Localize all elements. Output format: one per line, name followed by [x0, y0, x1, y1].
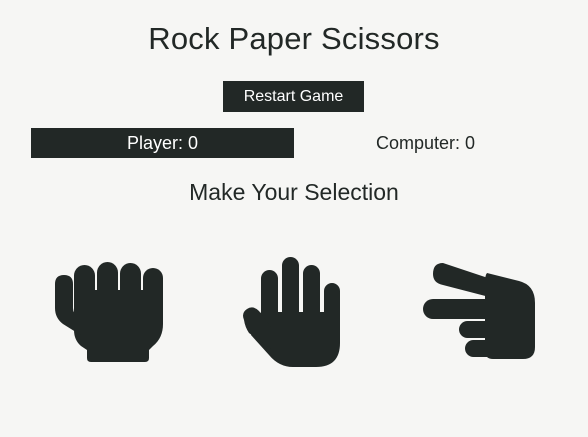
rock-choice-button[interactable] — [44, 252, 174, 372]
computer-score-label: Computer: — [375, 133, 466, 153]
page-title: Rock Paper Scissors — [148, 21, 440, 56]
computer-score-value: 0 — [465, 133, 476, 153]
restart-game-button[interactable]: Restart Game — [223, 81, 364, 112]
player-score-label: Player: — [126, 133, 188, 153]
player-score-value: 0 — [188, 133, 199, 153]
paper-choice-button[interactable] — [226, 252, 356, 372]
selection-heading: Make Your Selection — [189, 179, 399, 205]
hand-rock-icon — [55, 262, 163, 362]
hand-paper-icon — [243, 257, 340, 367]
scissors-choice-button[interactable] — [414, 252, 544, 372]
computer-score: Computer: 0 — [294, 128, 557, 158]
player-score: Player: 0 — [31, 128, 294, 158]
hand-scissors-icon — [423, 263, 535, 359]
